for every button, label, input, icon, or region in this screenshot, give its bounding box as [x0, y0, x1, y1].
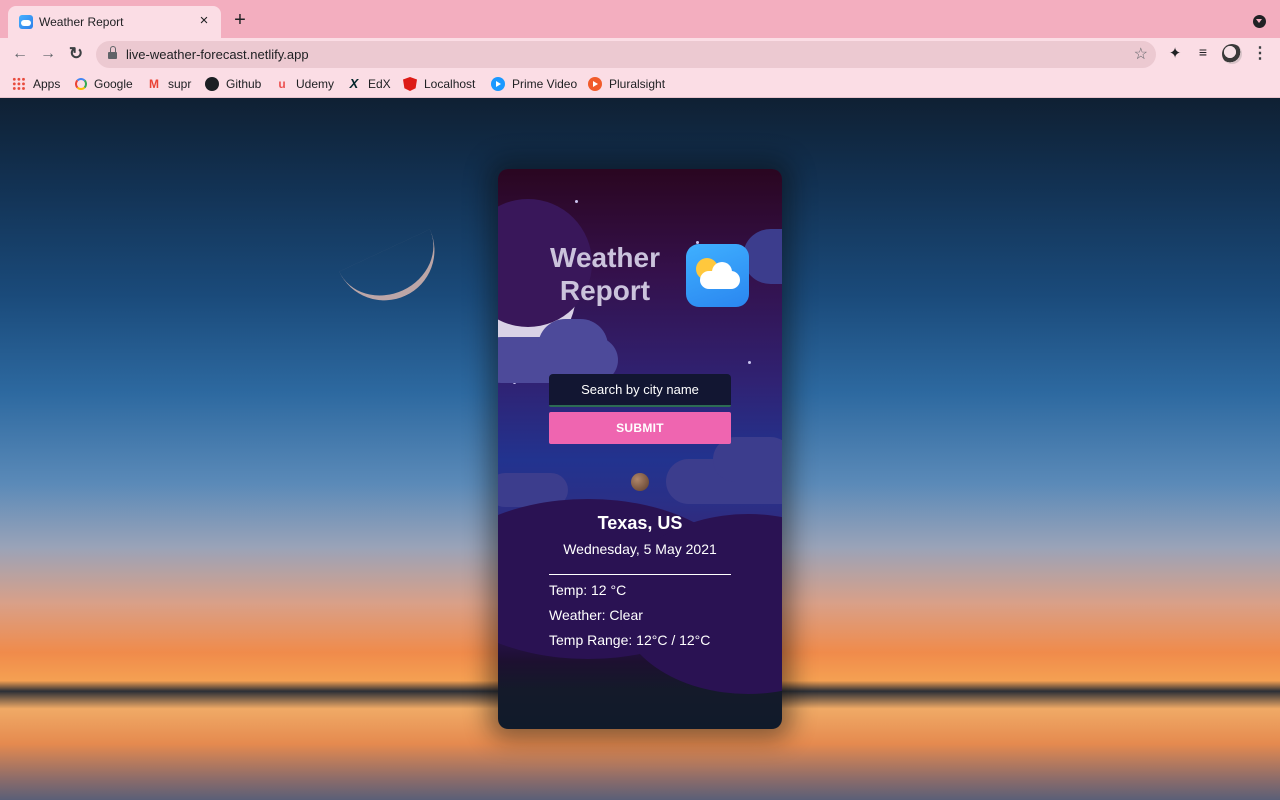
weather-condition-icon: [631, 473, 649, 491]
browser-tab[interactable]: Weather Report ×: [8, 6, 221, 38]
star-decoration: [575, 200, 578, 203]
github-icon: [205, 77, 219, 91]
lock-icon[interactable]: [108, 46, 117, 59]
current-date: Wednesday, 5 May 2021: [563, 541, 717, 557]
gmail-icon: M: [149, 77, 159, 91]
bookmark-github[interactable]: Github: [205, 75, 261, 93]
browser-toolbar: ← → ↻ live-weather-forecast.netlify.app …: [0, 38, 1280, 70]
tab-search-icon[interactable]: [1253, 15, 1266, 28]
bookmark-localhost[interactable]: Localhost: [403, 75, 475, 93]
cloud-decoration: [538, 319, 608, 374]
page-background: Weather Report SUBMIT Texas, US Wednesda…: [0, 98, 1280, 800]
divider: [549, 574, 731, 575]
new-tab-button[interactable]: +: [230, 10, 250, 30]
sun-cloud-icon: [686, 244, 749, 307]
bookmark-google[interactable]: Google: [75, 75, 133, 93]
tab-title: Weather Report: [39, 15, 124, 29]
edx-icon: X: [349, 76, 359, 91]
forward-button[interactable]: →: [36, 42, 60, 66]
temperature-text: Temp: 12 °C: [549, 582, 627, 598]
bookmark-supr[interactable]: M supr: [147, 75, 191, 93]
app-title: Weather Report: [550, 242, 660, 306]
weather-favicon-icon: [19, 15, 33, 29]
bookmark-pluralsight[interactable]: Pluralsight: [588, 75, 665, 93]
submit-button[interactable]: SUBMIT: [549, 412, 731, 444]
temperature-range-text: Temp Range: 12°C / 12°C: [549, 632, 711, 648]
weather-card: Weather Report SUBMIT Texas, US Wednesda…: [498, 169, 782, 729]
back-button[interactable]: ←: [8, 42, 32, 66]
bookmark-apps[interactable]: Apps: [12, 75, 60, 93]
location-name: Texas, US: [597, 513, 683, 533]
apps-grid-icon: [12, 77, 26, 91]
media-queue-icon[interactable]: ≡: [1194, 44, 1212, 62]
cloud-icon: [700, 262, 740, 289]
extensions-puzzle-icon[interactable]: ✦: [1166, 44, 1184, 62]
bookmark-prime-video[interactable]: Prime Video: [491, 75, 577, 93]
background-crescent-moon: [339, 229, 451, 317]
bookmarks-bar: Apps Google M supr Github u Udemy X EdX …: [0, 70, 1280, 98]
url-text[interactable]: live-weather-forecast.netlify.app: [126, 47, 309, 62]
profile-avatar[interactable]: [1222, 44, 1242, 64]
udemy-icon: u: [278, 77, 286, 91]
address-bar[interactable]: live-weather-forecast.netlify.app ☆: [96, 41, 1156, 68]
reload-button[interactable]: ↻: [64, 42, 88, 66]
star-decoration: [748, 361, 751, 364]
weather-condition-text: Weather: Clear: [549, 607, 643, 623]
google-icon: [75, 78, 87, 90]
pluralsight-icon: [588, 77, 602, 91]
tab-strip: Weather Report × +: [0, 0, 1280, 38]
bookmark-udemy[interactable]: u Udemy: [275, 75, 334, 93]
bookmark-star-icon[interactable]: ☆: [1134, 44, 1148, 64]
bookmark-edx[interactable]: X EdX: [347, 75, 391, 93]
close-tab-icon[interactable]: ×: [195, 12, 213, 30]
prime-video-icon: [491, 77, 505, 91]
browser-menu-icon[interactable]: ⋮: [1252, 43, 1268, 63]
city-search-input[interactable]: [549, 374, 731, 407]
angular-icon: [403, 77, 417, 91]
